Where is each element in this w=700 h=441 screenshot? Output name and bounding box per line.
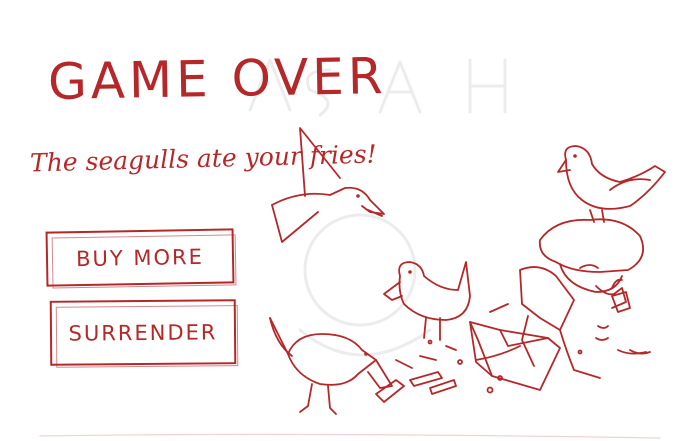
game-over-subtitle: The seagulls ate your fries! xyxy=(29,139,377,178)
fries-box-icon xyxy=(469,321,561,391)
perched-seagull-icon xyxy=(557,145,666,223)
surrender-label: SURRENDER xyxy=(68,319,218,346)
buy-more-label: BUY MORE xyxy=(75,244,205,271)
game-over-screen: GAME OVER The seagulls ate your fries! B… xyxy=(0,0,700,441)
pecking-seagull-icon xyxy=(269,317,393,415)
scattered-fries xyxy=(375,339,651,403)
buy-more-button[interactable]: BUY MORE xyxy=(45,228,235,287)
child-icon xyxy=(489,218,647,379)
standing-seagull-icon xyxy=(383,261,471,341)
surrender-button[interactable]: SURRENDER xyxy=(49,299,237,366)
ground-line xyxy=(39,433,661,439)
game-over-title: GAME OVER xyxy=(47,47,388,111)
